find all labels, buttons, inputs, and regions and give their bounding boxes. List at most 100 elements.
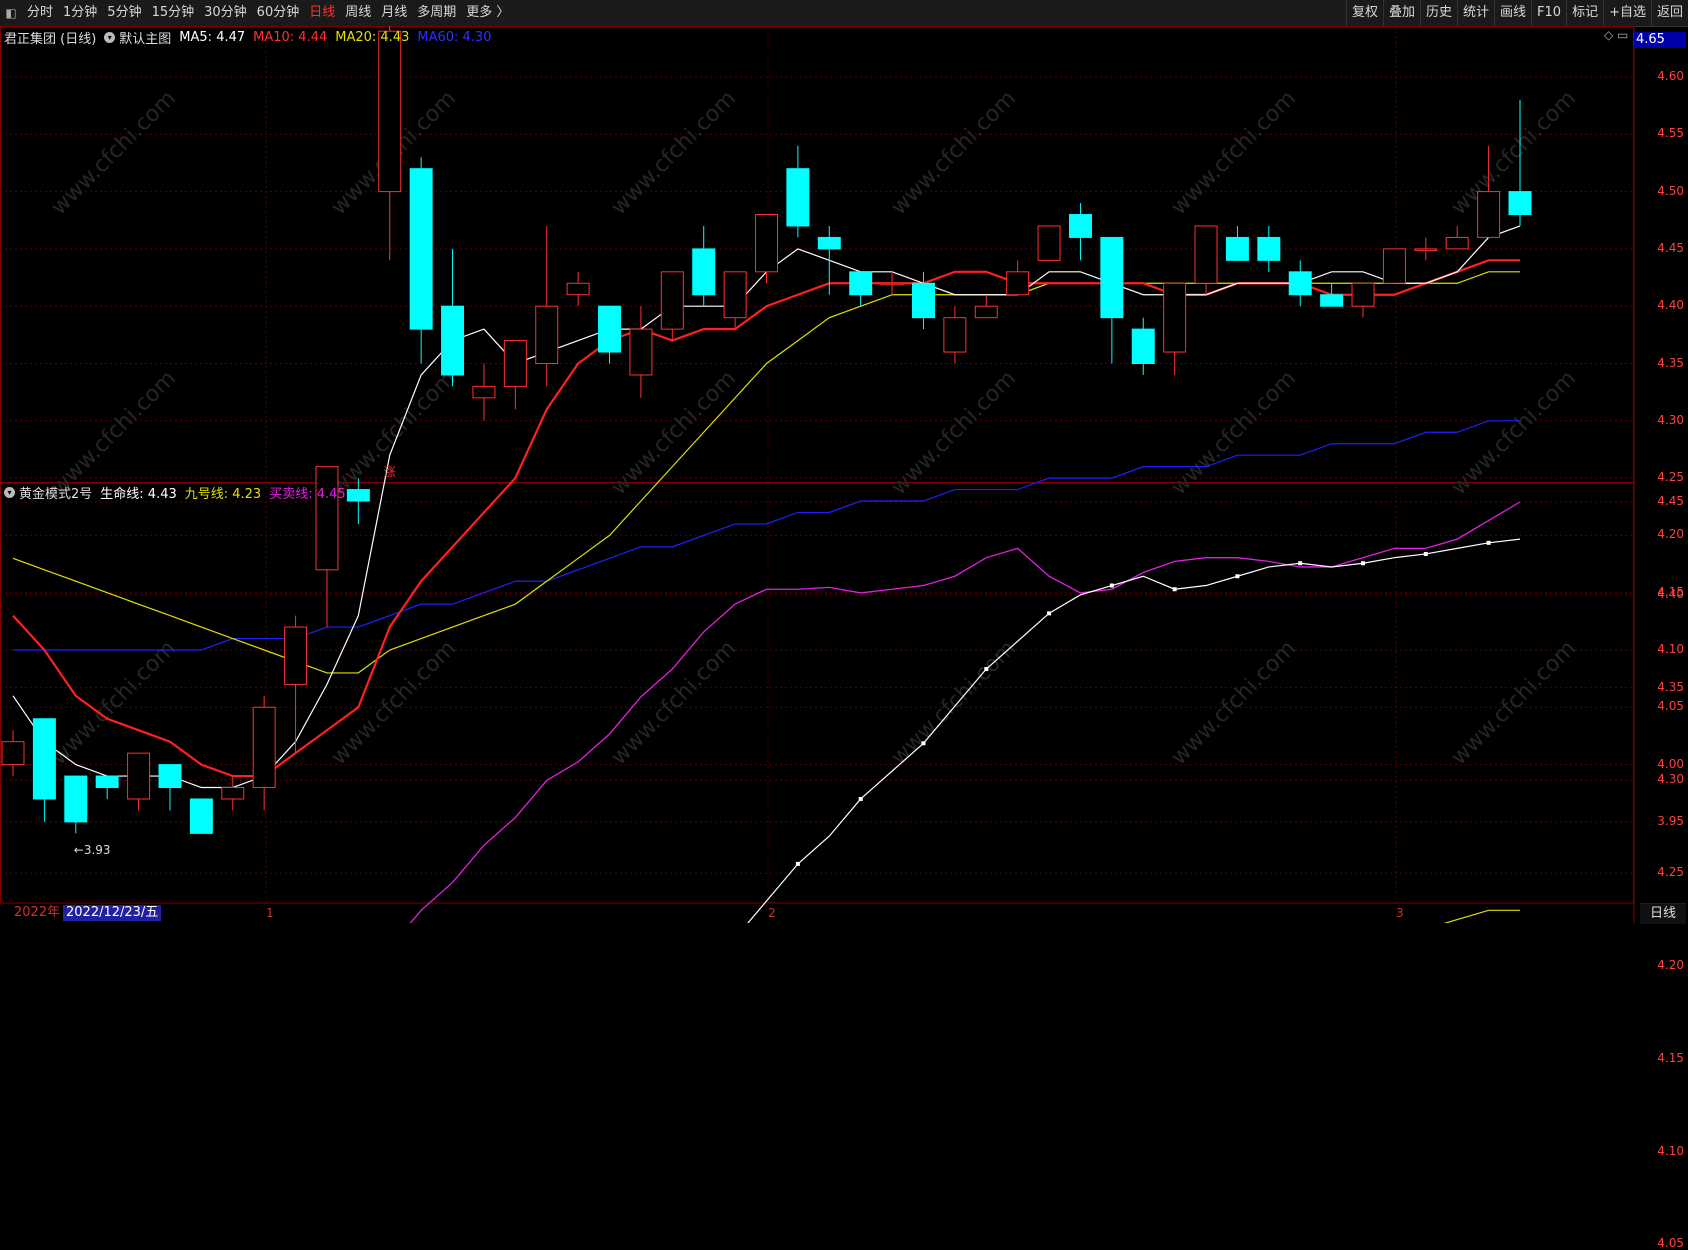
candle-body [503,340,527,387]
candle-body [441,305,465,376]
tool-button[interactable]: 标记 [1566,0,1603,26]
settings-icon[interactable]: ▾ [104,31,116,43]
panel-control-icons[interactable]: ◇ ▭ [1604,28,1628,42]
period-tab[interactable]: 30分钟 [199,0,252,26]
candle-body [880,282,904,286]
price-axis: 4.60 4.55 4.50 4.45 4.40 4.35 4.30 4.25 4.20 4.15… [1634,26,1688,1250]
candle-body [911,282,935,319]
watermark: www.cfchi.com [1167,86,1301,220]
candle-body [1257,236,1281,261]
price-tick: 4.50 [1657,183,1684,198]
candle-body [943,317,967,353]
month-tick: 1 [266,906,274,920]
sub-indicator-name[interactable]: 黄金模式2号 [19,483,92,502]
period-tab[interactable]: 更多 〉 [461,0,514,26]
candle-body [32,718,56,800]
watermark: www.cfchi.com [1447,366,1581,500]
sub-price-tick: 4.25 [1657,865,1684,880]
candle-body [284,626,308,685]
watermark: www.cfchi.com [47,636,181,770]
candle-body [1225,236,1249,261]
sub-price-tick: 4.45 [1657,494,1684,508]
trade-line-value: 买卖线: 4.45 [269,486,346,502]
life-line-dot [1423,551,1428,556]
watermark: www.cfchi.com [1167,366,1301,500]
menu-icon[interactable]: ◧ [0,0,22,26]
candle-body [566,282,590,296]
period-tab[interactable]: 15分钟 [147,0,200,26]
life-line-dot [1235,574,1240,579]
life-line-dot [1361,561,1366,566]
candle-body [849,271,873,296]
price-tick: 4.55 [1657,126,1684,141]
tool-button[interactable]: 统计 [1457,0,1494,26]
candle-body [755,214,778,273]
candle-body [786,168,810,227]
candle-body [1068,214,1092,238]
life-line-dot [921,741,926,746]
template-name[interactable]: 默认主图 [119,28,171,47]
price-tick: 4.30 [1657,412,1684,427]
ma20-line [12,271,1520,674]
signal-marker: 涨 [384,464,396,479]
price-tick: 4.10 [1657,642,1684,656]
candle-body [1414,248,1438,251]
candle-body [64,775,88,823]
period-tab[interactable]: 1分钟 [58,0,102,26]
price-tick: 4.05 [1657,699,1684,714]
trade-line [409,501,1521,923]
sub-price-tick: 4.15 [1657,1050,1684,1065]
candle-body [1508,191,1532,216]
candle-body [598,305,622,353]
life-line-dot [1172,587,1177,592]
candle-body [535,305,559,365]
candle-body [629,328,653,376]
period-tab[interactable]: 日线 [304,0,340,26]
price-tick: 4.35 [1657,355,1684,370]
life-line [747,538,1521,923]
period-tab[interactable]: 周线 [340,0,376,26]
period-tab[interactable]: 多周期 [412,0,461,26]
candle-body [1320,294,1344,307]
sub-indicator-bar: ▾ 黄金模式2号 生命线: 4.43 九号线: 4.23 买卖线: 4.45 [0,483,354,502]
tool-button[interactable]: F10 [1531,0,1566,26]
chart-canvas[interactable]: www.cfchi.com www.cfchi.com www.cfchi.com w… [0,26,1688,923]
period-tab[interactable]: 60分钟 [252,0,305,26]
period-tab[interactable]: 分时 [22,0,58,26]
candle-body [974,305,998,319]
cursor-date: 2022/12/23/五 [63,905,162,921]
period-tab[interactable]: 月线 [376,0,412,26]
price-tick: 4.60 [1657,69,1684,83]
price-tick: 4.45 [1657,240,1684,255]
main-indicator-bar: 君正集团 (日线) ▾ 默认主图 MA5: 4.47 MA10: 4.44 MA… [0,28,499,47]
watermark: www.cfchi.com [887,86,1021,220]
sub-settings-icon[interactable]: ▾ [4,486,15,498]
life-line-dot [984,667,989,672]
tool-button[interactable]: 历史 [1419,0,1457,26]
candle-body [692,248,716,296]
period-tab[interactable]: 5分钟 [102,0,146,26]
sub-price-tick: 4.35 [1657,679,1684,694]
ma60-value: MA60: 4.30 [417,29,492,45]
low-price-marker: ←3.93 [74,843,111,857]
tool-button[interactable]: +自选 [1603,0,1651,26]
candle-body [95,775,119,789]
watermark: www.cfchi.com [47,86,181,220]
candle-body [127,752,151,800]
tool-button[interactable]: 画线 [1494,0,1531,26]
watermark: www.cfchi.com [47,366,181,500]
toolbar: ◧ 分时 1分钟 5分钟 15分钟 30分钟 60分钟 日线 周线 月线 多周期 更多 〉 复权 叠加… [0,0,1688,27]
tool-button[interactable]: 返回 [1650,0,1688,26]
period-button[interactable]: 日线 [1640,903,1686,924]
time-axis: 2022年 2022/12/23/五 1 2 3 [0,903,1634,923]
stock-title: 君正集团 (日线) [4,31,97,47]
watermark: www.cfchi.com [1447,636,1581,770]
candle-body [1100,236,1124,319]
tool-button[interactable]: 复权 [1345,0,1383,26]
sub-price-tick: 4.20 [1657,958,1684,972]
life-line-value: 生命线: 4.43 [100,486,177,502]
tool-button[interactable]: 叠加 [1382,0,1420,26]
candle-body [1445,236,1469,250]
life-line-dot [1486,540,1491,545]
life-line-dot [1047,611,1052,616]
